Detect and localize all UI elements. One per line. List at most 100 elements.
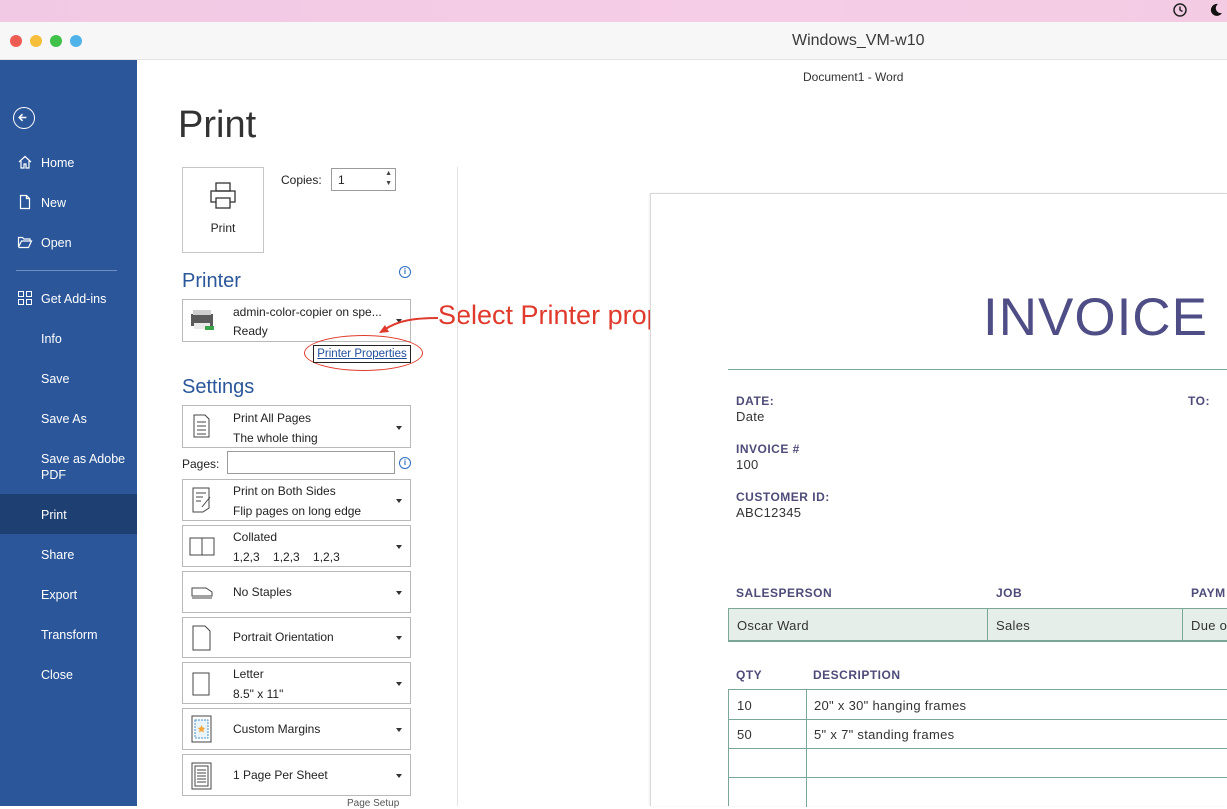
setting-line2: 1,2,3 1,2,3 1,2,3 [233,550,340,564]
setting-line2: 8.5" x 11" [233,687,284,701]
setting-line1: Portrait Orientation [233,630,334,644]
setting-line1: Collated [233,530,278,544]
pages-label: Pages: [182,457,220,471]
setting-line1: No Staples [233,585,292,599]
pages-info-icon[interactable]: i [399,457,411,469]
table-header: PAYM [1191,586,1226,600]
arrow-left-icon [18,113,27,122]
printer-info-icon[interactable]: i [399,266,411,278]
printer-name: admin-color-copier on spe... [233,305,382,319]
print-button-label: Print [210,221,236,235]
zoom-window-button[interactable] [50,35,62,47]
chevron-down-icon [396,426,402,430]
sidebar-item-share[interactable]: Share [0,534,137,574]
sidebar-item-label: Save As [41,412,87,426]
date-label: DATE: [736,394,775,408]
table-header: QTY [736,668,763,682]
sidebar-item-print[interactable]: Print [0,494,137,534]
duplex-icon [192,487,211,513]
history-icon[interactable] [1172,2,1188,18]
staples-dropdown[interactable]: No Staples [182,571,411,613]
sidebar-item-label: Open [41,236,72,250]
invoice-number-label: INVOICE # [736,442,800,456]
table-header: DESCRIPTION [813,668,901,682]
sidebar-item-get-add-ins[interactable]: Get Add-ins [0,278,137,318]
fullscreen-window-button[interactable] [70,35,82,47]
sidebar-item-label: Save as Adobe PDF [41,452,126,482]
chevron-down-icon [396,591,402,595]
sidebar-item-info[interactable]: Info [0,318,137,358]
customer-id-label: CUSTOMER ID: [736,490,830,504]
mac-menubar [0,0,1227,22]
setting-line2: The whole thing [233,431,318,445]
sidebar-item-label: Info [41,332,62,346]
chevron-down-icon [396,499,402,503]
payment-cell: Due o [1191,618,1227,633]
row-divider [729,719,1227,720]
collation-dropdown[interactable]: Collated 1,2,3 1,2,3 1,2,3 [182,525,411,567]
sidebar-item-new[interactable]: New [0,182,137,222]
sidebar-item-home[interactable]: Home [0,142,137,182]
close-window-button[interactable] [10,35,22,47]
job-cell: Sales [988,609,1183,640]
customer-id-value: ABC12345 [736,505,802,520]
page-setup-link[interactable]: Page Setup [347,798,399,809]
table-row: Oscar Ward Sales Due o [728,608,1227,642]
paper-size-dropdown[interactable]: Letter 8.5" x 11" [182,662,411,704]
window-titlebar: Windows_VM-w10 [0,22,1227,60]
chevron-down-icon [396,545,402,549]
duplex-dropdown[interactable]: Print on Both Sides Flip pages on long e… [182,479,411,521]
chevron-down-icon [396,728,402,732]
chevron-down-icon [396,636,402,640]
one-page-per-sheet-icon [191,762,212,790]
sidebar-item-label: Save [41,372,70,386]
printer-properties-link[interactable]: Printer Properties [313,345,411,363]
date-value: Date [736,409,765,424]
sidebar-item-label: Export [41,588,78,602]
sidebar-item-label: Get Add-ins [41,292,107,306]
copies-decrement-icon[interactable]: ▼ [385,180,392,187]
orientation-dropdown[interactable]: Portrait Orientation [182,617,411,658]
sidebar-item-label: Share [41,548,75,562]
sidebar-item-export[interactable]: Export [0,574,137,614]
collated-icon [189,537,215,556]
setting-line1: 1 Page Per Sheet [233,768,328,782]
folder-open-icon [17,236,33,249]
sidebar-item-save[interactable]: Save [0,358,137,398]
margins-dropdown[interactable]: Custom Margins [182,708,411,750]
window-title: Windows_VM-w10 [792,32,925,49]
item-description: 20" x 30" hanging frames [814,698,967,713]
sidebar-item-save-as[interactable]: Save As [0,398,137,438]
printer-icon [210,182,236,209]
row-divider [729,777,1227,778]
letter-page-icon [192,672,210,696]
sidebar-item-label: Print [41,508,67,522]
moon-icon[interactable] [1208,2,1224,18]
page-title: Print [178,104,257,146]
pages-per-sheet-dropdown[interactable]: 1 Page Per Sheet [182,754,411,796]
sidebar-item-transform[interactable]: Transform [0,614,137,654]
chevron-down-icon [396,774,402,778]
print-range-dropdown[interactable]: Print All Pages The whole thing [182,405,411,448]
copies-increment-icon[interactable]: ▲ [385,170,392,177]
print-button[interactable]: Print [182,167,264,253]
back-button[interactable] [13,107,35,129]
sidebar-item-close[interactable]: Close [0,654,137,694]
copies-label: Copies: [281,173,322,187]
setting-line1: Custom Margins [233,722,321,736]
sidebar-item-open[interactable]: Open [0,222,137,262]
items-table: 10 20" x 30" hanging frames 50 5" x 7" s… [728,689,1227,807]
sidebar-item-label: Home [41,156,75,170]
item-description: 5" x 7" standing frames [814,727,955,742]
sidebar-item-label: Close [41,668,73,682]
copies-value: 1 [338,173,345,187]
pages-input[interactable] [227,451,395,474]
sidebar-item-save-as-adobe-pdf[interactable]: Save as Adobe PDF [0,438,137,494]
table-header: JOB [996,586,1023,600]
home-icon [18,155,32,169]
minimize-window-button[interactable] [30,35,42,47]
copies-input[interactable]: 1 ▲ ▼ [331,168,396,191]
document-caption: Document1 - Word [803,70,904,84]
pane-divider [457,167,458,806]
setting-line1: Print on Both Sides [233,484,336,498]
